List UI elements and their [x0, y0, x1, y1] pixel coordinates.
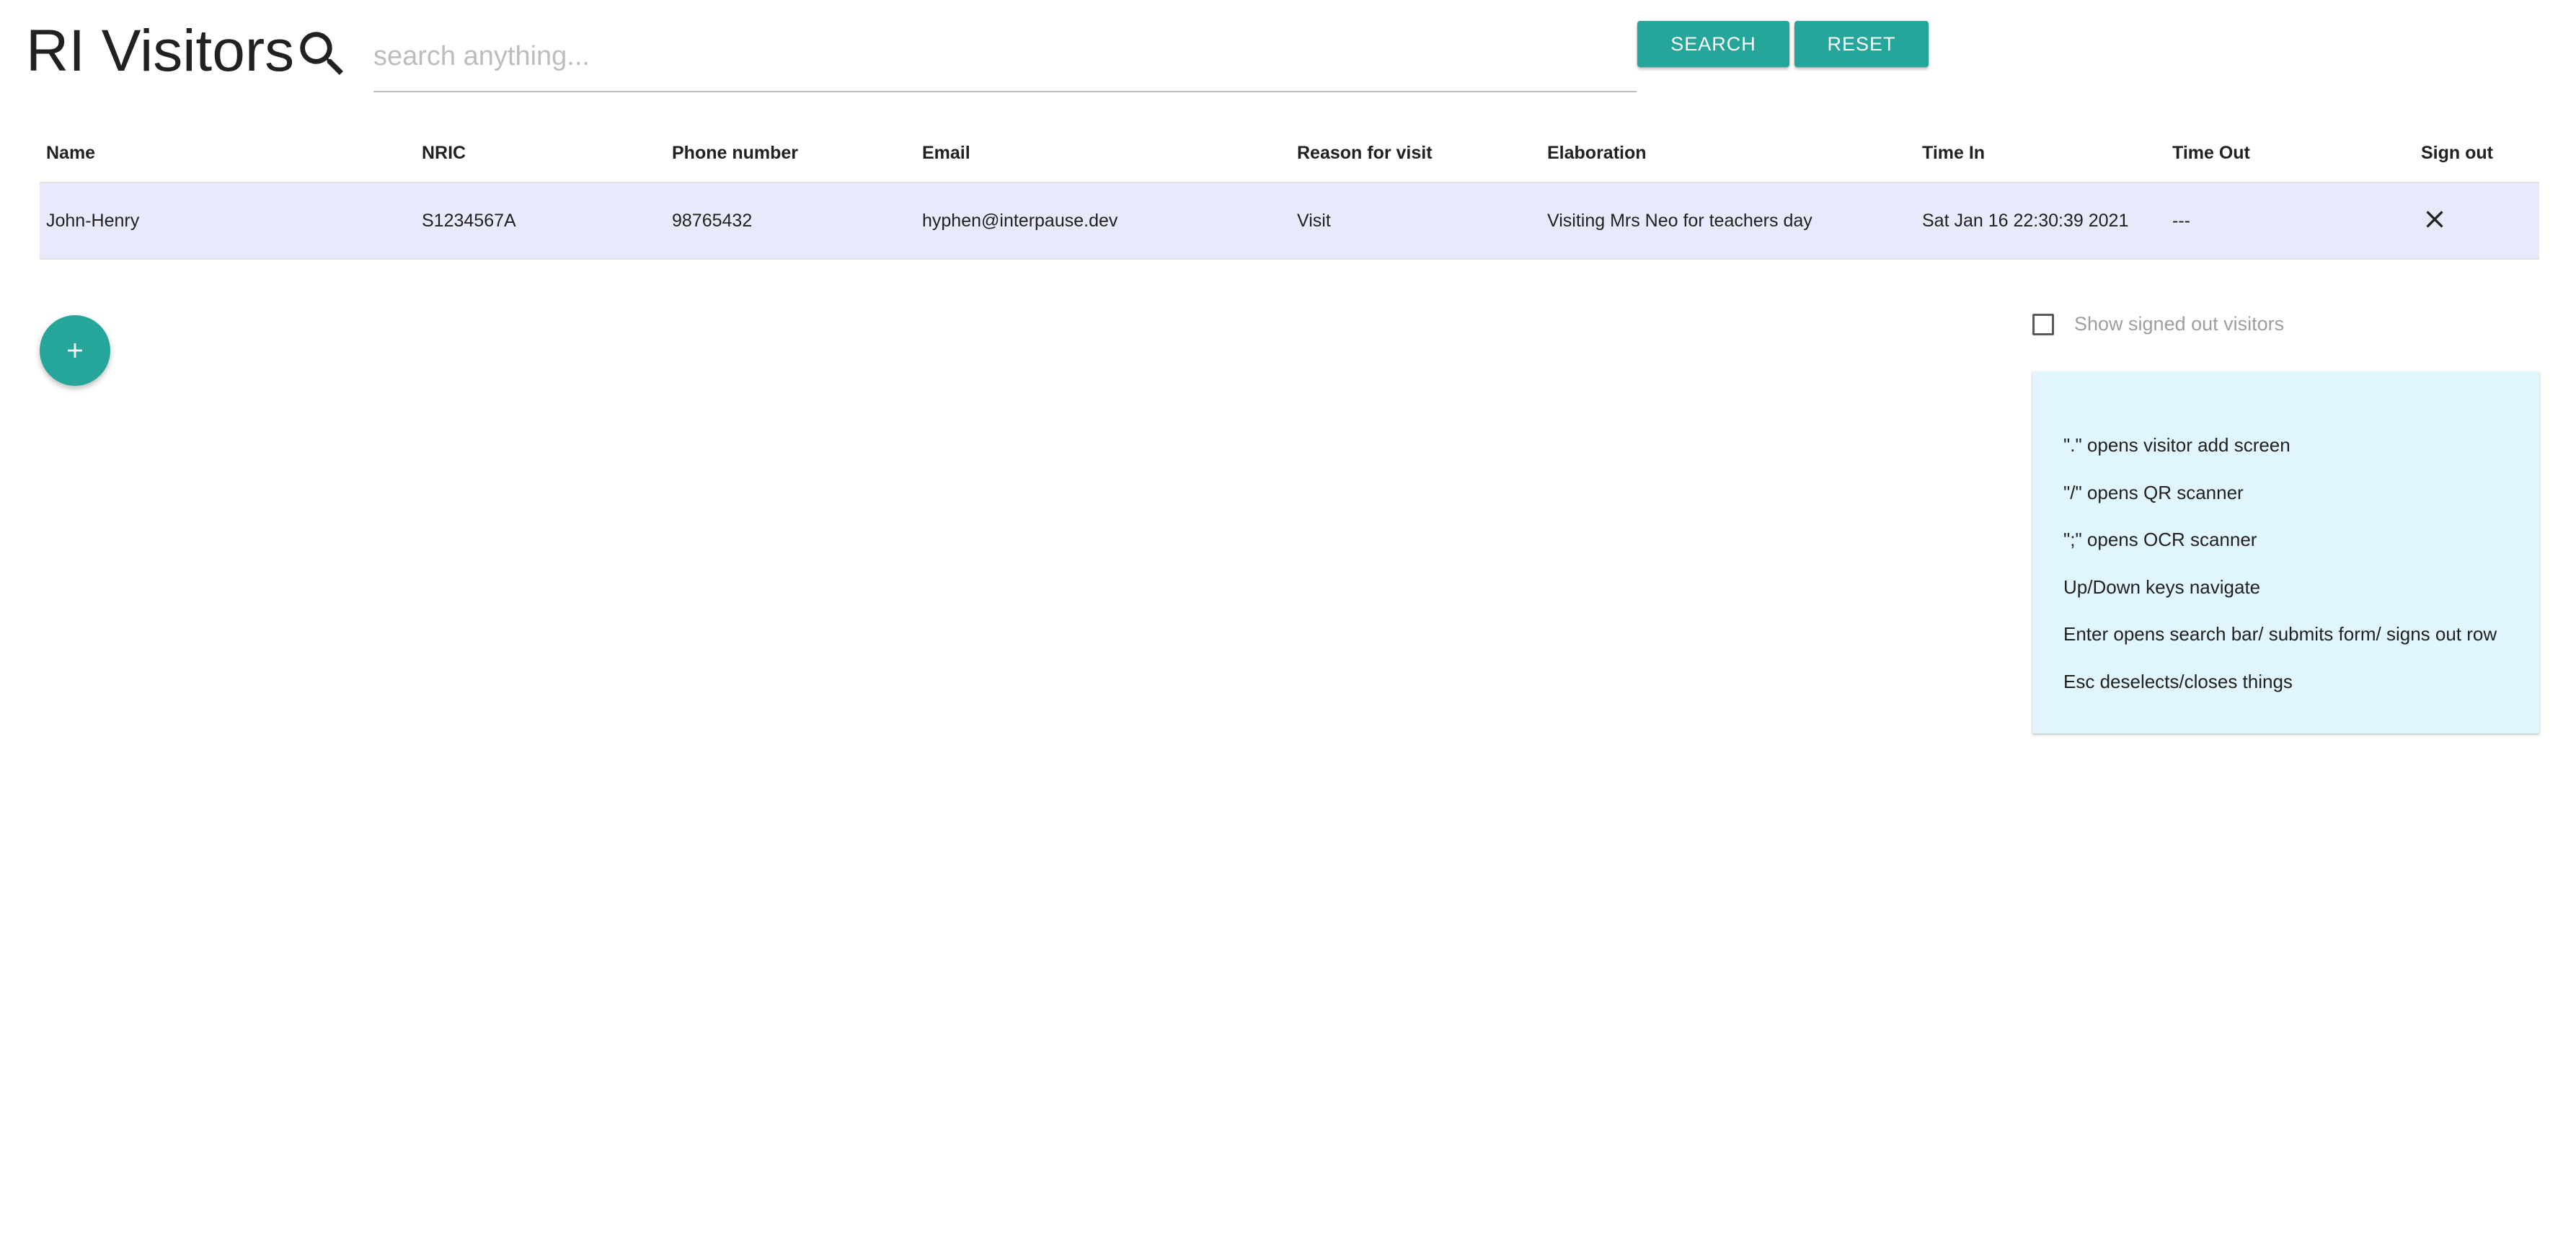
visitors-table: Name NRIC Phone number Email Reason for … [40, 124, 2539, 260]
close-icon[interactable] [2420, 205, 2449, 234]
cell-time-in: Sat Jan 16 22:30:39 2021 [1922, 210, 2129, 231]
add-visitor-button[interactable] [40, 315, 110, 386]
shortcut-item: "/" opens QR scanner [2063, 481, 2244, 503]
reset-button[interactable]: RESET [1794, 21, 1929, 67]
cell-time-out: --- [2172, 210, 2190, 231]
cell-name: John-Henry [46, 210, 140, 231]
cell-email: hyphen@interpause.dev [922, 210, 1118, 231]
table-row[interactable]: John-Henry S1234567A 98765432 hyphen@int… [40, 183, 2539, 260]
shortcut-item: ";" opens OCR scanner [2063, 529, 2257, 550]
page-title: RI Visitors [26, 18, 295, 84]
shortcuts-help-card: "." opens visitor add screen "/" opens Q… [2032, 371, 2539, 733]
search-field [373, 29, 1637, 92]
search-icon[interactable] [293, 25, 352, 84]
show-signed-out-option[interactable]: Show signed out visitors [2032, 313, 2284, 335]
cell-nric: S1234567A [422, 210, 516, 231]
column-header-email[interactable]: Email [922, 124, 970, 182]
shortcut-item: Esc deselects/closes things [2063, 670, 2293, 692]
shortcuts-list: "." opens visitor add screen "/" opens Q… [2063, 422, 2497, 705]
column-header-phone[interactable]: Phone number [672, 124, 798, 182]
column-header-time-in[interactable]: Time In [1922, 124, 1985, 182]
shortcut-item: "." opens visitor add screen [2063, 434, 2290, 456]
table-header-row: Name NRIC Phone number Email Reason for … [40, 124, 2539, 183]
shortcut-item: Up/Down keys navigate [2063, 576, 2261, 598]
cell-reason: Visit [1297, 210, 1331, 231]
column-header-nric[interactable]: NRIC [422, 124, 466, 182]
search-button[interactable]: SEARCH [1637, 21, 1789, 67]
shortcut-item: Enter opens search bar/ submits form/ si… [2063, 623, 2497, 645]
cell-elaboration: Visiting Mrs Neo for teachers day [1547, 210, 1813, 231]
plus-icon [68, 343, 82, 358]
column-header-reason[interactable]: Reason for visit [1297, 124, 1433, 182]
show-signed-out-label: Show signed out visitors [2074, 313, 2285, 335]
column-header-name[interactable]: Name [46, 124, 95, 182]
search-input[interactable] [373, 29, 1637, 84]
app-root: RI Visitors SEARCH RESET Name NRIC Phone… [0, 0, 2576, 1252]
show-signed-out-checkbox[interactable] [2032, 313, 2054, 335]
column-header-sign-out: Sign out [2421, 142, 2493, 163]
column-header-elaboration[interactable]: Elaboration [1547, 124, 1647, 182]
cell-phone: 98765432 [672, 210, 753, 231]
column-header-time-out[interactable]: Time Out [2172, 124, 2250, 182]
